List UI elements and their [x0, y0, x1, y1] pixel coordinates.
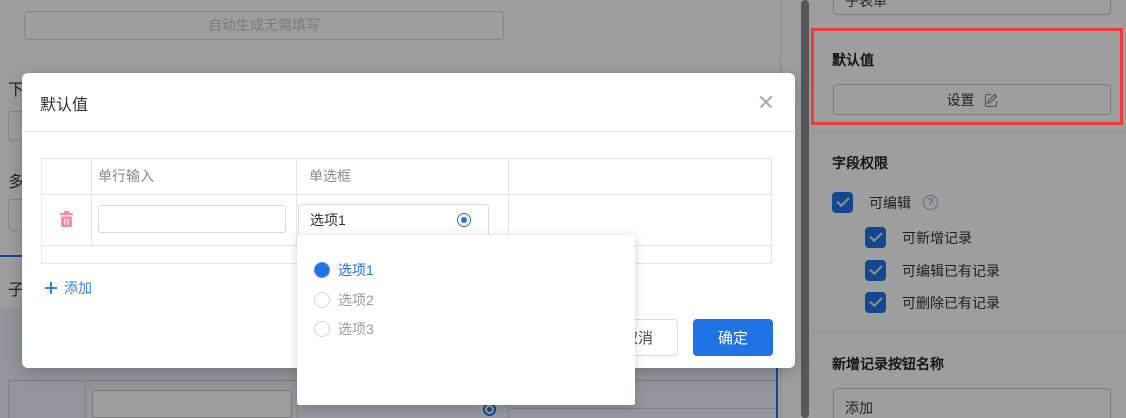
- delete-row-button[interactable]: [56, 210, 76, 230]
- add-row-link[interactable]: 添加: [45, 278, 92, 298]
- row-text-input[interactable]: [98, 205, 286, 233]
- select-dropdown-panel: 选项1 选项2 选项3: [297, 235, 635, 405]
- modal-header-divider: [22, 131, 795, 132]
- table-header-divider: [42, 194, 771, 195]
- table-column-divider: [508, 159, 509, 245]
- confirm-button[interactable]: 确定: [693, 319, 773, 356]
- column-header-radio: 单选框: [309, 168, 351, 184]
- table-column-divider: [296, 159, 297, 245]
- option-label: 选项1: [338, 262, 374, 278]
- radio-unselected-icon: [314, 292, 330, 308]
- row-radio-select[interactable]: 选项1: [298, 204, 489, 236]
- table-column-divider: [91, 159, 92, 245]
- column-header-text-input: 单行输入: [98, 168, 154, 184]
- screen: 自动生成无需填写 下 多 子 子表单 默认值 设置 字段权限 可编辑 ? 可新增…: [0, 0, 1126, 418]
- modal-title: 默认值: [40, 97, 89, 114]
- close-icon[interactable]: [757, 93, 775, 111]
- dropdown-option-3[interactable]: 选项3: [297, 314, 635, 344]
- radio-unselected-icon: [314, 321, 330, 337]
- dropdown-option-2[interactable]: 选项2: [297, 285, 635, 315]
- plus-icon: [45, 282, 57, 294]
- radio-selected-icon: [314, 262, 330, 278]
- option-label: 选项2: [338, 292, 374, 308]
- radio-indicator-icon: [457, 213, 471, 227]
- trash-icon: [59, 210, 73, 227]
- option-label: 选项3: [338, 321, 374, 337]
- dropdown-option-1[interactable]: 选项1: [297, 255, 635, 285]
- selected-option-text: 选项1: [310, 212, 346, 228]
- add-row-label: 添加: [64, 280, 92, 296]
